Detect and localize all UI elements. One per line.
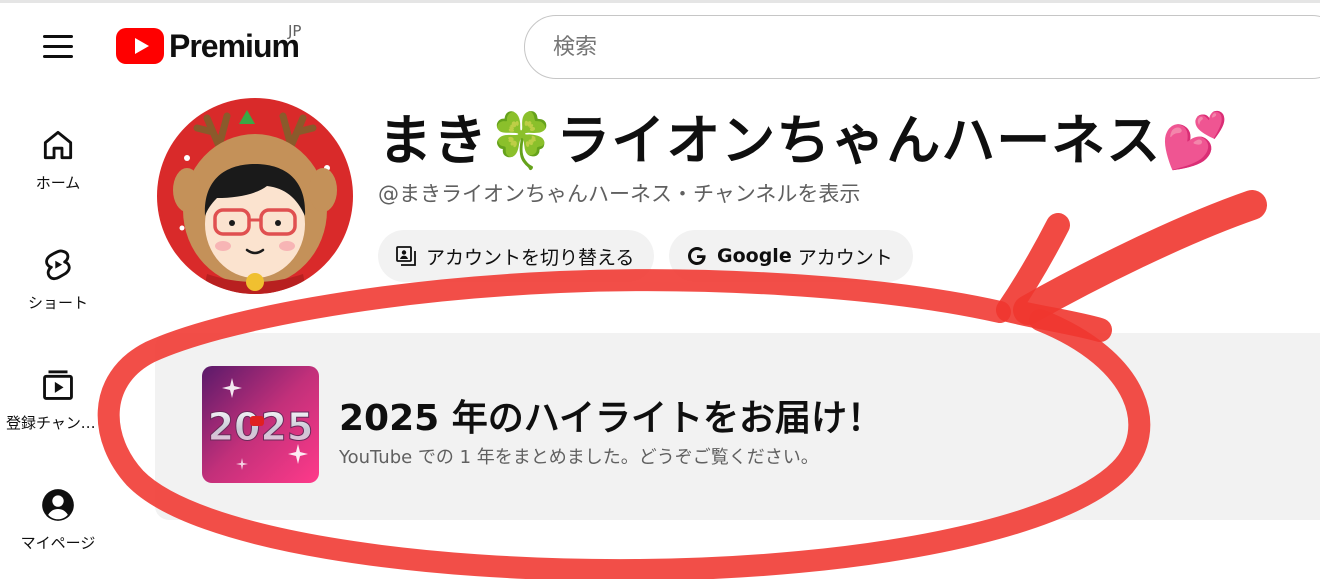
sidebar-item-label: 登録チャンネル bbox=[6, 414, 110, 432]
switch-account-icon bbox=[396, 246, 416, 266]
switch-account-label: アカウントを切り替える bbox=[426, 246, 635, 269]
sidebar-item-subscriptions[interactable]: 登録チャンネル bbox=[0, 366, 116, 466]
search-input[interactable] bbox=[553, 34, 1253, 60]
sidebar-item-you[interactable]: マイページ bbox=[0, 486, 116, 579]
subscriptions-icon bbox=[43, 370, 73, 400]
channel-handle: @まきライオンちゃんハーネス bbox=[378, 182, 672, 206]
year-highlight-card[interactable]: 2025 2025 年のハイライトをお届け！ YouTube での 1 年をまと… bbox=[155, 333, 1320, 520]
top-border bbox=[0, 0, 1320, 3]
google-label: Google bbox=[717, 245, 792, 267]
highlight-title: 2025 年のハイライトをお届け！ bbox=[339, 398, 884, 439]
separator: ・ bbox=[672, 182, 693, 206]
svg-text:2025: 2025 bbox=[208, 405, 314, 449]
sidebar-item-home[interactable]: ホーム bbox=[0, 126, 116, 226]
channel-avatar[interactable] bbox=[157, 98, 353, 294]
search-box[interactable] bbox=[524, 15, 1320, 79]
sidebar-item-shorts[interactable]: ショート bbox=[0, 246, 116, 346]
sparkle-2025-thumbnail-icon: 2025 bbox=[202, 366, 319, 483]
switch-account-button[interactable]: アカウントを切り替える bbox=[378, 230, 655, 282]
hamburger-icon-bar bbox=[43, 34, 73, 38]
google-account-label: アカウント bbox=[797, 246, 893, 269]
home-icon bbox=[43, 130, 73, 160]
logo-text: Premium bbox=[169, 27, 300, 64]
highlight-subtitle: YouTube での 1 年をまとめました。どうぞご覧ください。 bbox=[339, 447, 819, 468]
channel-title: まき🍀ライオンちゃんハーネス💕 bbox=[378, 109, 1230, 172]
channel-handle-line: @まきライオンちゃんハーネス・チャンネルを表示 bbox=[378, 178, 860, 208]
sidebar-item-label: マイページ bbox=[20, 534, 96, 552]
youtube-play-icon bbox=[116, 28, 164, 64]
highlight-thumbnail: 2025 bbox=[202, 366, 319, 483]
youtube-premium-logo[interactable]: Premium bbox=[116, 24, 300, 68]
sidebar-item-label: ショート bbox=[27, 294, 88, 312]
annotation-arrow-shaft bbox=[1013, 190, 1267, 325]
hamburger-icon-bar bbox=[43, 54, 73, 58]
region-code: JP bbox=[288, 22, 302, 40]
view-channel-link[interactable]: チャンネルを表示 bbox=[693, 182, 860, 206]
sidebar-item-label: ホーム bbox=[35, 174, 81, 192]
google-account-button[interactable]: Google アカウント bbox=[669, 230, 913, 282]
avatar-illustration-icon bbox=[157, 98, 353, 294]
shorts-icon bbox=[45, 249, 71, 281]
account-icon bbox=[42, 489, 74, 521]
google-g-icon bbox=[688, 247, 706, 265]
menu-button[interactable] bbox=[36, 26, 80, 66]
annotation-arrow-head bbox=[996, 213, 1112, 342]
hamburger-icon-bar bbox=[43, 44, 73, 48]
